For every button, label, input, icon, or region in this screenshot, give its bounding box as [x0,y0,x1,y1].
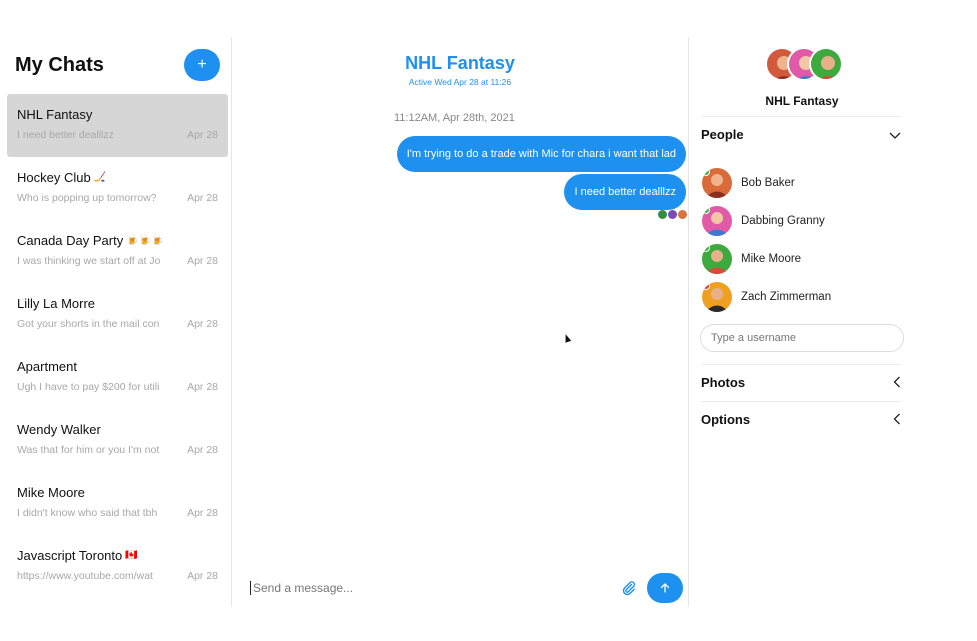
options-label: Options [701,412,751,427]
canada-flag-emoji: 🇨🇦 [125,550,138,561]
chat-name: Mike Moore [17,485,85,500]
avatar [702,244,732,274]
chat-item-mike-moore[interactable]: Mike Moore I didn't know who said that t… [7,472,228,535]
chat-name: Lilly La Morre [17,296,96,311]
beer-emoji: 🍺🍺🍺 [126,235,164,246]
chat-preview: Ugh I have to pay $200 for utili [17,381,160,393]
chat-name: NHL Fantasy [17,107,93,122]
chat-preview: Who is popping up tomorrow? [17,192,157,204]
chat-item-canada-day-party[interactable]: Canada Day Party 🍺🍺🍺 I was thinking we st… [7,220,228,283]
presence-indicator [702,168,710,176]
chat-date: Apr 28 [187,570,218,582]
chat-preview: Got your shorts in the mail con [17,318,160,330]
chat-name: Javascript Toronto [17,548,123,563]
chat-app: My Chats + NHL Fantasy I need better dea… [0,37,915,607]
chevron-down-icon [889,127,901,143]
conversation-pane: NHL Fantasy Active Wed Apr 28 at 11:26 1… [232,37,689,607]
avatar [809,47,843,81]
person-bob-baker[interactable]: Bob Baker [701,164,831,202]
person-name: Dabbing Granny [741,215,825,227]
chat-preview: I need better dealllzz [17,129,114,141]
chat-list: NHL Fantasy I need better dealllzz Apr 28… [0,93,231,598]
send-button[interactable] [647,573,683,603]
avatar [702,282,732,312]
chat-item-hockey-club[interactable]: Hockey Club 🏒 Who is popping up tomorrow?… [7,157,228,220]
person-name: Zach Zimmerman [741,291,832,303]
conversation-title: NHL Fantasy [405,53,515,73]
chevron-left-icon [893,375,901,391]
sidebar-header: My Chats + [0,37,231,93]
group-avatar-stack [765,47,847,83]
new-chat-button[interactable]: + [184,49,220,81]
chat-preview: Was that for him or you I'm not [17,444,160,456]
conversation-status: Active Wed Apr 28 at 11:26 [408,77,512,87]
people-section-header[interactable]: People [701,116,901,152]
chat-item-nhl-fantasy[interactable]: NHL Fantasy I need better dealllzz Apr 28 [7,94,228,157]
chat-item-lilly-la-morre[interactable]: Lilly La Morre Got your shorts in the ma… [7,283,228,346]
read-receipt-avatar [658,210,667,219]
message-input[interactable] [250,581,621,595]
chat-date: Apr 28 [187,507,218,519]
chat-date: Apr 28 [187,129,218,141]
presence-indicator [702,244,710,252]
details-panel: NHL Fantasy People Bob Baker Dabbing Gra… [689,37,915,607]
chat-name: Hockey Club [17,170,91,185]
chat-name: Wendy Walker [17,422,101,437]
hockey-stick-emoji: 🏒 [93,172,107,183]
options-section-header[interactable]: Options [701,401,901,437]
people-label: People [701,127,744,142]
chat-date: Apr 28 [187,444,218,456]
paperclip-icon[interactable] [621,580,637,596]
read-receipt-avatar [668,210,677,219]
chat-date: Apr 28 [187,192,218,204]
read-receipt-avatar [678,210,687,219]
photos-section-header[interactable]: Photos [701,364,901,400]
message-composer [232,569,688,607]
message-bubble[interactable]: I'm trying to do a trade with Mic for ch… [396,136,686,172]
chat-name: Apartment [17,359,77,374]
conversation-header: NHL Fantasy Active Wed Apr 28 at 11:26 [232,37,688,87]
presence-indicator [702,282,710,290]
details-title: NHL Fantasy [765,94,839,108]
avatar [702,168,732,198]
person-dabbing-granny[interactable]: Dabbing Granny [701,202,831,240]
chevron-left-icon [893,412,901,428]
presence-indicator [702,206,710,214]
username-input[interactable] [700,324,904,352]
chat-preview: I was thinking we start off at Jo [17,255,161,267]
chat-name: Canada Day Party [17,233,124,248]
chat-date: Apr 28 [187,381,218,393]
chat-preview: I didn't know who said that tbh [17,507,158,519]
message-timestamp: 11:12AM, Apr 28th, 2021 [394,112,515,124]
chat-date: Apr 28 [187,255,218,267]
sidebar-title: My Chats [15,53,104,76]
chat-item-apartment[interactable]: Apartment Ugh I have to pay $200 for uti… [7,346,228,409]
chat-item-wendy-walker[interactable]: Wendy Walker Was that for him or you I'm… [7,409,228,472]
person-mike-moore[interactable]: Mike Moore [701,240,831,278]
photos-label: Photos [701,375,746,390]
person-name: Bob Baker [741,177,795,189]
person-zach-zimmerman[interactable]: Zach Zimmerman [701,278,831,316]
chat-item-javascript-toronto[interactable]: Javascript Toronto 🇨🇦 https://www.youtube… [7,535,228,598]
chat-date: Apr 28 [187,318,218,330]
message-bubble[interactable]: I need better dealllzz [564,174,686,210]
plus-icon: + [197,56,207,73]
read-receipts [658,210,687,219]
people-list: Bob Baker Dabbing Granny Mike Moore Zach… [701,164,831,316]
chat-preview: https://www.youtube.com/wat [17,570,153,582]
chat-sidebar: My Chats + NHL Fantasy I need better dea… [0,37,232,607]
arrow-up-icon [660,583,670,593]
person-name: Mike Moore [741,253,802,265]
avatar [702,206,732,236]
